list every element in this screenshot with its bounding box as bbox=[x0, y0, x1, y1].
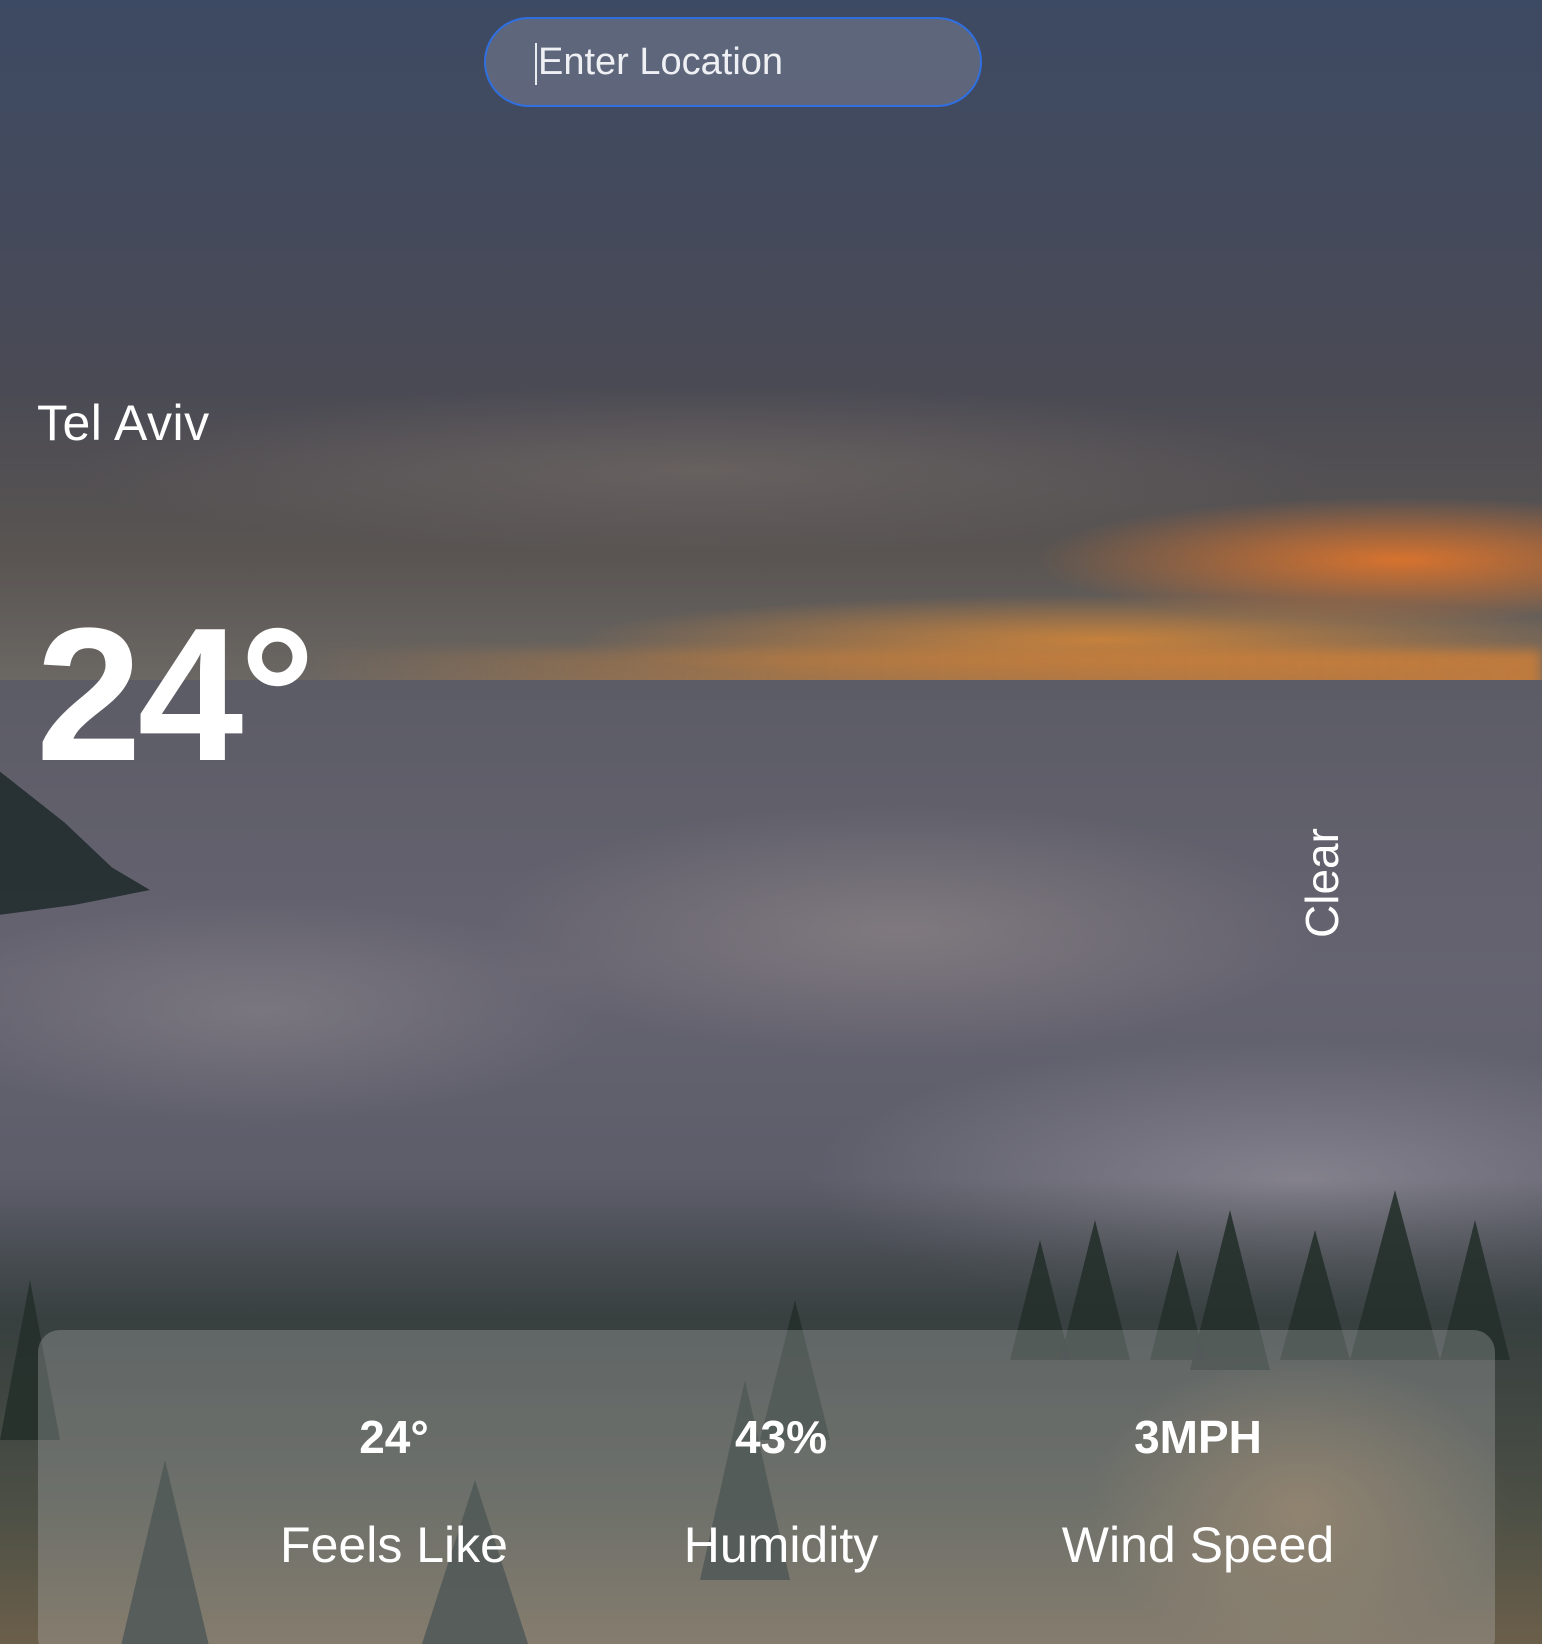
wind-speed-value: 3MPH bbox=[1134, 1411, 1262, 1463]
humidity-label: Humidity bbox=[683, 1517, 879, 1573]
weather-app: Tel Aviv 24° Clear 24° Feels Like 43% Hu… bbox=[0, 0, 1542, 1644]
weather-condition: Clear bbox=[1296, 828, 1348, 938]
wind-speed-stat: 3MPH Wind Speed bbox=[1038, 1410, 1358, 1574]
feels-like-stat: 24° Feels Like bbox=[234, 1410, 554, 1574]
weather-details-panel: 24° Feels Like 43% Humidity 3MPH Wind Sp… bbox=[38, 1330, 1495, 1644]
feels-like-label: Feels Like bbox=[280, 1517, 508, 1573]
humidity-stat: 43% Humidity bbox=[621, 1410, 941, 1574]
feels-like-value: 24° bbox=[359, 1411, 429, 1463]
wind-speed-label: Wind Speed bbox=[1061, 1517, 1335, 1573]
city-name: Tel Aviv bbox=[37, 395, 210, 451]
humidity-value: 43% bbox=[734, 1411, 828, 1463]
location-search-input[interactable] bbox=[484, 17, 982, 107]
current-temperature: 24° bbox=[36, 589, 315, 801]
text-cursor bbox=[535, 43, 537, 85]
